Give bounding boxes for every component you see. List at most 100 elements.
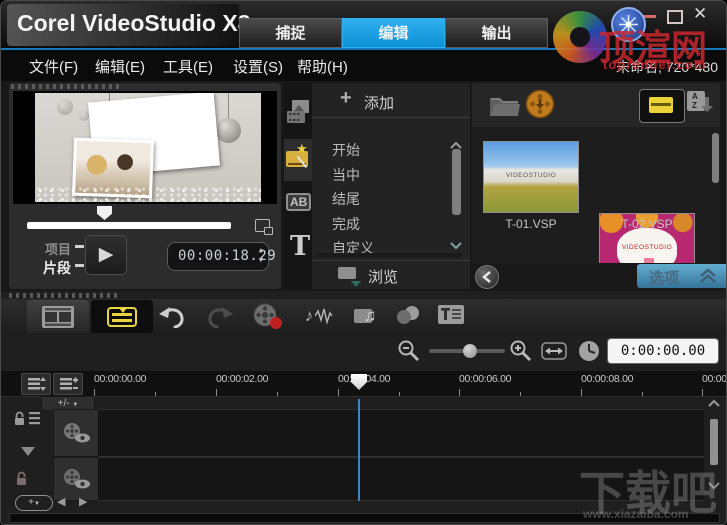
thumbnail-grid: VIDEOSTUDIO T-01.VSP VIDEOSTUDIO T-02.VS… [472, 127, 720, 263]
panel-grip[interactable] [9, 293, 121, 298]
plus-icon: + [340, 87, 352, 110]
media-library-icon[interactable] [286, 99, 310, 130]
storyboard-view-button[interactable] [27, 300, 89, 333]
undo-button[interactable] [159, 305, 185, 328]
track-manager-button[interactable] [21, 373, 51, 395]
timeline-timecode[interactable]: 0:00:00.00 [607, 338, 719, 364]
close-button[interactable]: ✕ [693, 7, 707, 21]
gallery-panel: + 添加 开始 当中 结尾 完成 自定义 浏览 [312, 83, 470, 289]
chapter-point-button[interactable]: +▼ [15, 495, 53, 511]
preview-timecode[interactable]: 00:00:18.29 ▲ ▼ [167, 242, 269, 271]
preview-panel: 项目 片段 ▶ 00:00:18.29 ▲ ▼ [9, 83, 281, 289]
collapse-caret-icon[interactable] [21, 443, 35, 461]
tab-output[interactable]: 输出 [445, 18, 548, 48]
tl-hscrollbar[interactable] [9, 513, 720, 523]
zoom-out-button[interactable] [397, 339, 421, 368]
trim-handle[interactable] [97, 206, 112, 220]
maximize-button[interactable] [667, 10, 683, 24]
minimize-button[interactable] [643, 15, 656, 18]
sound-mixer-button[interactable]: ♪ [299, 303, 339, 329]
play-button[interactable]: ▶ [85, 235, 127, 275]
tl-vscrollbar[interactable] [710, 419, 718, 465]
tl-scroll-down-icon[interactable] [707, 477, 721, 495]
video-track-header[interactable] [53, 409, 99, 457]
template-frame [35, 93, 261, 202]
library-scrollbar[interactable] [712, 133, 719, 183]
duration-clock-button[interactable] [578, 340, 600, 367]
track-list-icon[interactable] [29, 412, 43, 430]
menu-tools[interactable]: 工具(E) [163, 56, 213, 77]
transition-icon[interactable]: AB [286, 193, 311, 211]
timecode-up-icon[interactable]: ▲ [259, 247, 263, 254]
gallery-item-middle[interactable]: 当中 [332, 165, 360, 185]
back-button[interactable] [475, 265, 499, 289]
add-row[interactable]: + 添加 [312, 83, 470, 118]
timecode-down-icon[interactable]: ▼ [259, 257, 263, 264]
sparkle-strip [35, 186, 261, 202]
library-panel: A Z VIDEOSTUDIO T-01.VSP VIDEOSTUDIO T-0… [472, 83, 720, 289]
sort-z-glyph: Z [692, 101, 697, 110]
timeline-toolbar: ♪ ♫ [1, 299, 727, 335]
browse-row[interactable]: 浏览 [312, 260, 470, 290]
track-transparency-button[interactable] [393, 305, 425, 325]
menu-file[interactable]: 文件(F) [29, 56, 78, 77]
timeline-ruler[interactable]: 00:00:00.00 00:00:02.00 00:00:04.00 00:0… [1, 371, 727, 397]
menu-help[interactable]: 帮助(H) [297, 56, 348, 77]
gallery-item-done[interactable]: 完成 [332, 214, 360, 234]
video-track-lane[interactable] [98, 409, 704, 457]
subtitle-editor-button[interactable] [437, 304, 465, 325]
app-title: Corel VideoStudio X8 [17, 10, 250, 37]
tab-edit[interactable]: 编辑 [342, 18, 445, 48]
menu-edit[interactable]: 编辑(E) [95, 56, 145, 77]
gallery-scrollbar[interactable] [452, 149, 461, 215]
enlarge-preview-icon[interactable] [255, 219, 270, 232]
project-mode-label[interactable]: 项目 [45, 239, 71, 258]
folder-icon[interactable] [487, 91, 521, 123]
add-label: 添加 [364, 92, 394, 113]
add-track-button[interactable] [53, 373, 83, 395]
auto-music-button[interactable]: ♫ [345, 303, 385, 329]
gallery-item-end[interactable]: 结尾 [332, 189, 360, 209]
zoom-in-button[interactable] [509, 339, 533, 368]
track-lock-icon[interactable] [13, 411, 26, 431]
smart-package-icon[interactable] [525, 89, 555, 124]
scrub-bar[interactable] [27, 222, 231, 229]
list-view-button[interactable] [639, 89, 685, 123]
options-button[interactable]: 选项 [637, 264, 727, 288]
instant-project-icon[interactable]: ★ [284, 139, 312, 181]
ruler-tick: 00:00:06.00 [459, 373, 511, 385]
zoom-slider-thumb[interactable] [463, 344, 477, 358]
note-glyph: ♪ [305, 306, 314, 326]
tab-capture[interactable]: 捕捉 [239, 18, 342, 48]
thumb-caption: VIDEOSTUDIO [484, 172, 578, 179]
panel-grip[interactable] [11, 84, 123, 89]
star-decoration [37, 131, 64, 157]
menu-settings[interactable]: 设置(S) [233, 56, 283, 77]
thumbnail-t01[interactable]: VIDEOSTUDIO [483, 141, 579, 213]
record-capture-button[interactable] [251, 303, 285, 331]
clip-mode-label[interactable]: 片段 [43, 258, 71, 278]
gallery-hscroll[interactable] [316, 253, 462, 257]
overlay-track-lane[interactable] [98, 457, 704, 501]
gallery-item-start[interactable]: 开始 [332, 140, 360, 160]
star-glyph: ★ [296, 141, 308, 157]
library-icon-strip: ★ AB T [284, 83, 312, 289]
notes-glyph: ♫ [364, 306, 377, 326]
playhead-line [358, 399, 360, 501]
fit-timeline-button[interactable] [541, 342, 567, 365]
caret-down-icon: ▼ [72, 402, 78, 408]
caret-glyph: ▼ [34, 501, 40, 507]
redo-button[interactable] [207, 305, 233, 328]
timeline-view-button[interactable] [91, 300, 153, 333]
browse-label: 浏览 [368, 266, 398, 287]
overlay-lock-icon[interactable] [15, 471, 28, 491]
scroll-left-button[interactable]: ◀ [57, 495, 65, 508]
scroll-right-button[interactable]: ▶ [79, 495, 87, 508]
project-info: 未命名, 720*480 [616, 57, 718, 77]
tl-scroll-up-icon[interactable] [707, 395, 721, 413]
ruler-tick: 00:00:08.00 [581, 373, 633, 385]
title-tool-icon[interactable]: T [290, 231, 310, 262]
playhead-marker[interactable] [351, 374, 367, 390]
track-toggle-label: +/- [58, 398, 70, 409]
thumb-caption: VIDEOSTUDIO [600, 244, 694, 251]
